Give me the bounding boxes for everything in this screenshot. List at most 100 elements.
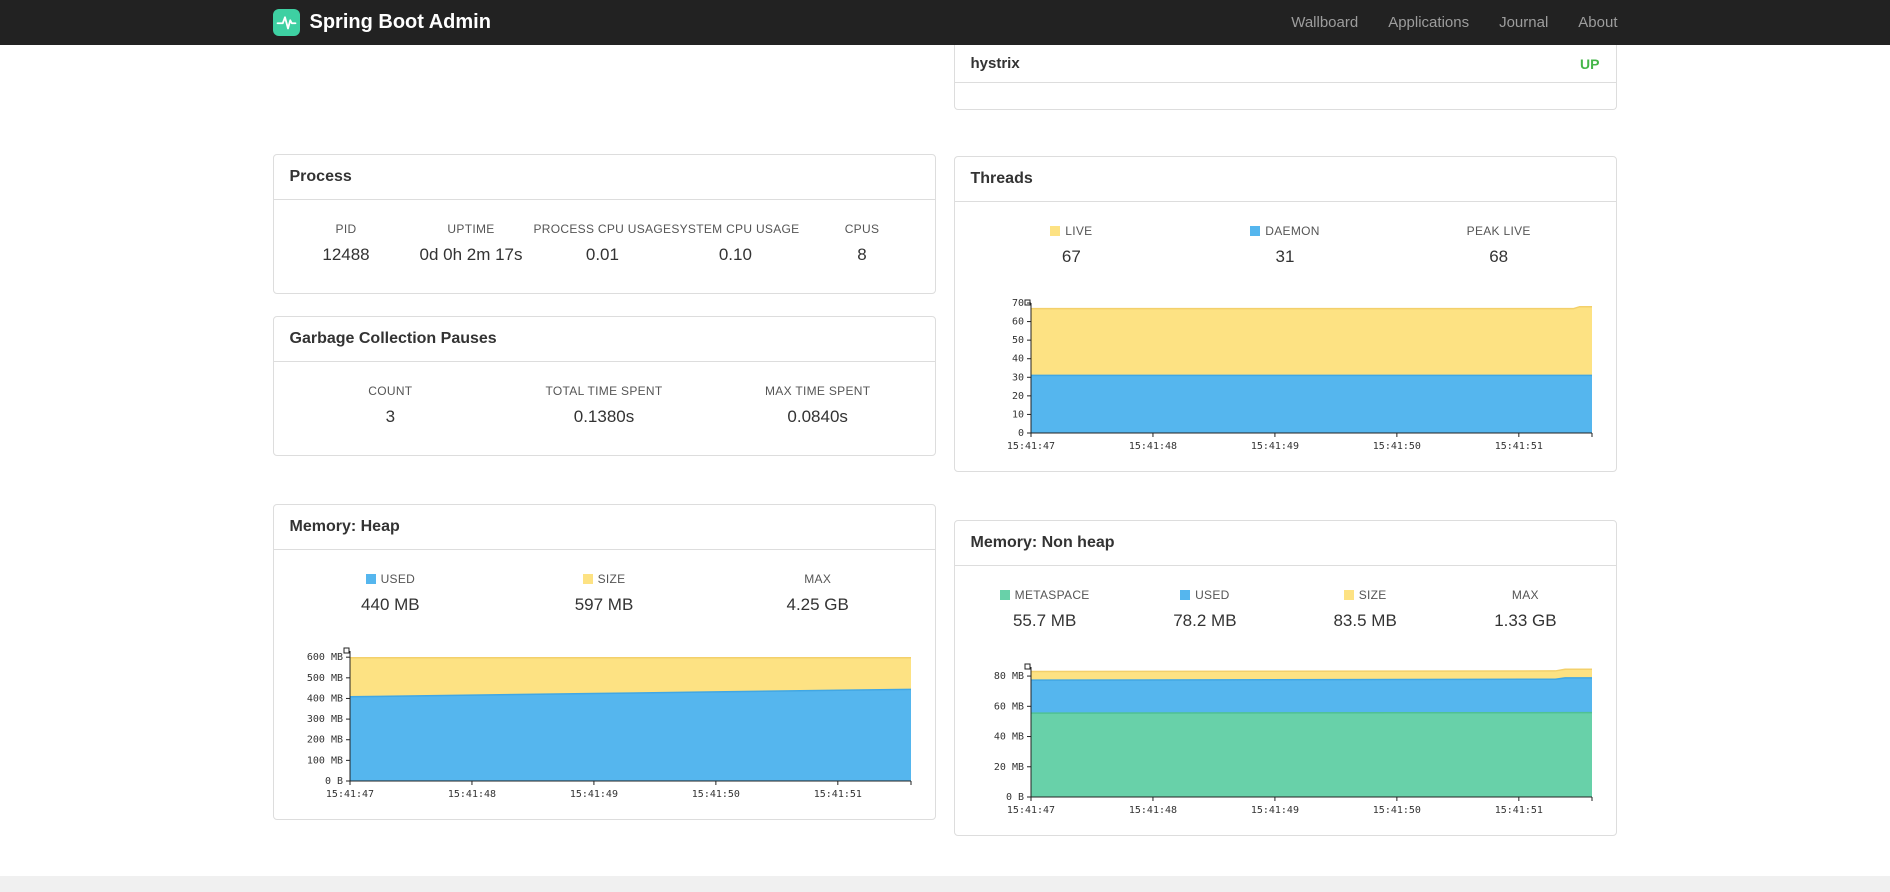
metric-label: TOTAL TIME SPENT [545,384,663,398]
svg-text:15:41:51: 15:41:51 [813,789,861,800]
application-row-hystrix[interactable]: hystrix UP [954,45,1616,83]
svg-text:100 MB: 100 MB [306,755,342,766]
svg-text:500 MB: 500 MB [306,673,342,684]
brand-link[interactable]: Spring Boot Admin [272,9,491,36]
metric-system-cpu-usage: SYSTEM CPU USAGE 0.10 [671,222,799,265]
metric-label: DAEMON [1178,224,1392,238]
metric-label: MAX [1511,588,1539,602]
metric-gc-total-time: TOTAL TIME SPENT 0.1380s [497,384,711,427]
memory-heap-panel: Memory: Heap USED 440 MB SIZE 597 MB MAX [272,504,936,820]
svg-text:20: 20 [1011,391,1023,402]
metric-value: 440 MB [361,595,420,614]
application-name: hystrix [970,55,1020,72]
process-panel-title: Process [273,155,935,200]
daemon-legend-swatch [1250,226,1261,236]
svg-text:70: 70 [1011,298,1023,309]
metric-label: METASPACE [965,588,1125,602]
navbar-links: Wallboard Applications Journal About [1291,14,1617,31]
used-legend-swatch [1180,590,1191,600]
svg-text:15:41:47: 15:41:47 [1006,441,1054,452]
metaspace-legend-swatch [999,590,1010,600]
svg-text:15:41:47: 15:41:47 [325,789,373,800]
svg-text:40 MB: 40 MB [993,732,1023,743]
metric-value: 83.5 MB [1333,611,1397,630]
metric-value: 0.1380s [573,407,635,426]
right-column: hystrix UP Threads LIVE 67 DAEMON 31 PEA… [953,45,1617,836]
metric-label: CPUS [844,222,880,236]
metric-label: PROCESS CPU USAGE [533,222,672,236]
page-footer-strip [0,876,1890,892]
main-content: Process PID 12488 UPTIME 0d 0h 2m 17s PR… [272,45,1618,836]
gc-panel-title: Garbage Collection Pauses [273,317,935,362]
size-legend-swatch [582,574,593,584]
metric-value: 3 [385,407,396,426]
metric-label: PEAK LIVE [1466,224,1531,238]
svg-text:80 MB: 80 MB [993,671,1023,682]
navbar: Spring Boot Admin Wallboard Applications… [0,0,1890,45]
used-legend-swatch [365,574,376,584]
metric-value: 68 [1489,247,1509,266]
metric-label: COUNT [368,384,413,398]
metric-value: 597 MB [574,595,634,614]
metric-nonheap-size: SIZE 83.5 MB [1285,588,1445,631]
metric-label-text: SIZE [1358,588,1387,602]
svg-text:0 B: 0 B [324,776,342,787]
metric-value: 8 [857,245,867,264]
gc-metrics: COUNT 3 TOTAL TIME SPENT 0.1380s MAX TIM… [274,362,935,455]
svg-text:60 MB: 60 MB [993,701,1023,712]
nav-journal[interactable]: Journal [1499,14,1548,31]
metric-threads-live: LIVE 67 [965,224,1179,267]
svg-text:15:41:49: 15:41:49 [1250,805,1298,816]
metric-uptime: UPTIME 0d 0h 2m 17s [409,222,534,265]
svg-text:15:41:50: 15:41:50 [691,789,739,800]
svg-text:60: 60 [1011,317,1023,328]
metric-heap-size: SIZE 597 MB [497,572,711,615]
metric-label: PID [335,222,357,236]
metric-value: 0.10 [718,245,752,264]
svg-text:15:41:49: 15:41:49 [569,789,617,800]
threads-legend: LIVE 67 DAEMON 31 PEAK LIVE 68 [955,202,1616,295]
metric-label-text: METASPACE [1014,588,1090,602]
svg-text:200 MB: 200 MB [306,735,342,746]
size-legend-swatch [1343,590,1354,600]
svg-text:20 MB: 20 MB [993,762,1023,773]
metric-label-text: DAEMON [1265,224,1320,238]
memory-heap-chart-svg: 0 B 100 MB 200 MB 300 MB 400 MB 500 MB 600 MB 1… [306,647,911,800]
svg-text:300 MB: 300 MB [306,714,342,725]
svg-text:0: 0 [1017,428,1023,439]
nav-applications[interactable]: Applications [1388,14,1469,31]
metric-label-text: USED [1195,588,1230,602]
spring-boot-admin-logo-icon [272,9,300,36]
metric-value: 0.0840s [787,407,848,426]
nav-about[interactable]: About [1578,14,1617,31]
memory-heap-legend: USED 440 MB SIZE 597 MB MAX 4.25 GB [274,550,935,643]
metric-heap-used: USED 440 MB [284,572,498,615]
threads-chart: 0 10 20 30 40 50 60 70 15:41:47 15:41:48 15:41:49 1… [955,295,1616,471]
memory-nonheap-chart: 0 B 20 MB 40 MB 60 MB 80 MB 15:41:47 15:41:48 1… [955,659,1616,835]
navbar-inner: Spring Boot Admin Wallboard Applications… [258,9,1633,36]
left-column: Process PID 12488 UPTIME 0d 0h 2m 17s PR… [272,45,936,836]
metric-value: 55.7 MB [1012,611,1077,630]
metric-label-text: LIVE [1065,224,1093,238]
metric-value: 0d 0h 2m 17s [419,245,523,264]
svg-text:15:41:47: 15:41:47 [1006,805,1054,816]
metric-label: USED [284,572,498,586]
metric-gc-max-time: MAX TIME SPENT 0.0840s [711,384,925,427]
metric-heap-max: MAX 4.25 GB [711,572,925,615]
nav-wallboard[interactable]: Wallboard [1291,14,1358,31]
metric-value: 12488 [322,245,370,264]
metric-nonheap-metaspace: METASPACE 55.7 MB [965,588,1125,631]
svg-text:40: 40 [1011,354,1023,365]
gc-pauses-panel: Garbage Collection Pauses COUNT 3 TOTAL … [272,316,936,456]
metric-label: LIVE [965,224,1179,238]
svg-text:15:41:48: 15:41:48 [447,789,495,800]
panel-filler [955,83,1616,109]
svg-text:10: 10 [1011,409,1023,420]
process-panel: Process PID 12488 UPTIME 0d 0h 2m 17s PR… [272,154,936,294]
threads-panel: Threads LIVE 67 DAEMON 31 PEAK LIVE 68 0… [953,156,1617,472]
metric-label-text: SIZE [597,572,626,586]
metric-threads-daemon: DAEMON 31 [1178,224,1392,267]
metric-label: MAX TIME SPENT [765,384,871,398]
svg-text:15:41:51: 15:41:51 [1494,805,1542,816]
metric-label: SYSTEM CPU USAGE [671,222,800,236]
